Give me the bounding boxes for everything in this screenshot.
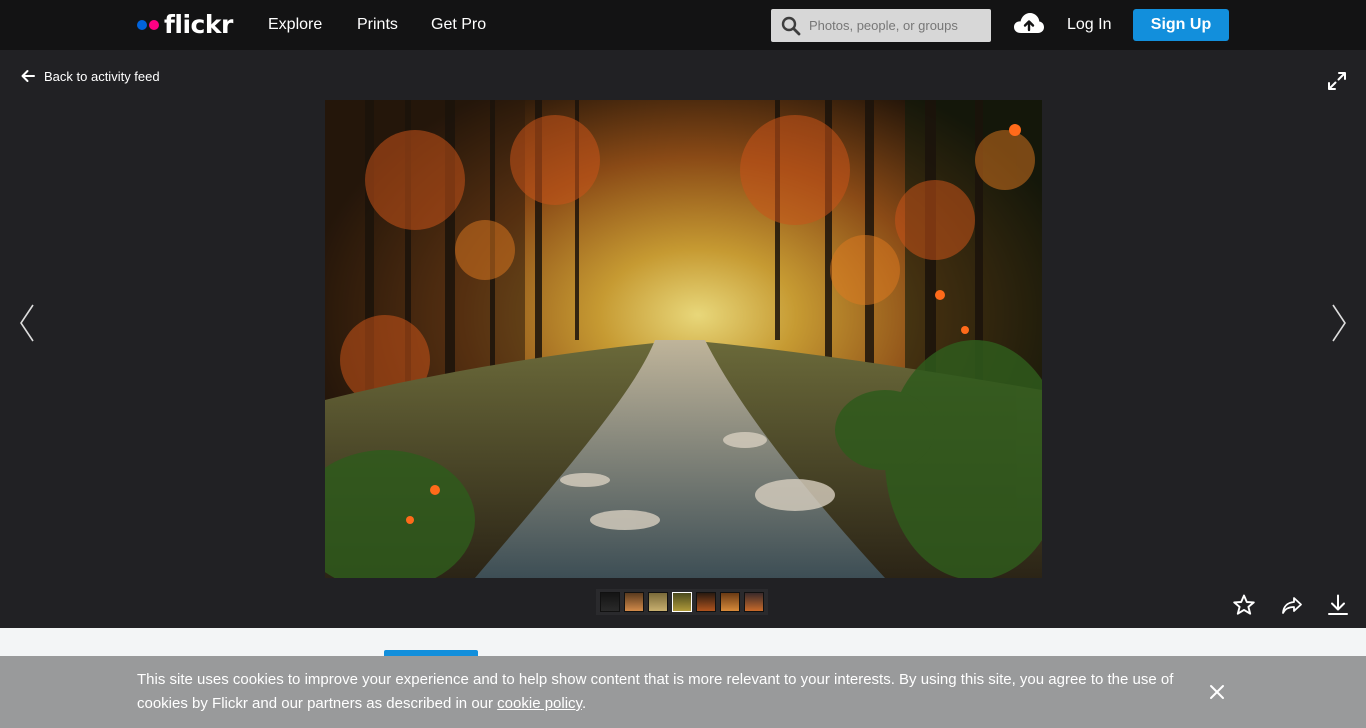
star-icon[interactable] <box>1232 593 1256 617</box>
logo-wordmark: flickr <box>164 10 233 39</box>
logo-blue-dot <box>137 20 147 30</box>
upload-cloud-icon[interactable] <box>1013 11 1045 37</box>
search-icon <box>781 16 801 36</box>
thumbnail-1[interactable] <box>600 592 620 612</box>
nav-explore[interactable]: Explore <box>268 0 322 50</box>
back-to-activity-feed-link[interactable]: Back to activity feed <box>20 66 160 86</box>
nav-prints[interactable]: Prints <box>357 0 398 50</box>
signup-button[interactable]: Sign Up <box>1133 9 1229 41</box>
search-box[interactable] <box>771 9 991 42</box>
cookie-suffix: . <box>581 695 587 712</box>
thumbnail-3[interactable] <box>648 592 668 612</box>
search-input[interactable] <box>809 9 985 42</box>
cookie-text: This site uses cookies to improve your e… <box>137 671 1174 712</box>
cookie-message: This site uses cookies to improve your e… <box>137 668 1197 716</box>
autumn-forest-stream-photo <box>325 100 1042 578</box>
cookie-policy-link[interactable]: cookie policy <box>497 695 582 712</box>
back-link-label: Back to activity feed <box>44 68 160 84</box>
photostream-thumbnails <box>596 589 768 615</box>
share-icon[interactable] <box>1280 593 1304 617</box>
thumbnail-6[interactable] <box>720 592 740 612</box>
flickr-logo[interactable]: flickr <box>137 11 233 39</box>
nav-get-pro[interactable]: Get Pro <box>431 0 486 50</box>
login-link[interactable]: Log In <box>1067 0 1111 50</box>
thumbnail-7[interactable] <box>744 592 764 612</box>
top-navigation-bar: flickr Explore Prints Get Pro Log In Sig… <box>0 0 1366 50</box>
logo-pink-dot <box>149 20 159 30</box>
chevron-left-icon[interactable] <box>18 303 36 343</box>
download-icon[interactable] <box>1326 593 1350 617</box>
thumbnail-2[interactable] <box>624 592 644 612</box>
chevron-right-icon[interactable] <box>1330 303 1348 343</box>
back-arrow-icon <box>21 70 35 82</box>
thumbnail-5[interactable] <box>696 592 716 612</box>
main-photo[interactable] <box>325 100 1042 578</box>
fullscreen-icon[interactable] <box>1326 70 1348 92</box>
close-icon[interactable] <box>1208 683 1226 701</box>
thumbnail-4-current[interactable] <box>672 592 692 612</box>
cookie-banner: This site uses cookies to improve your e… <box>0 656 1366 728</box>
